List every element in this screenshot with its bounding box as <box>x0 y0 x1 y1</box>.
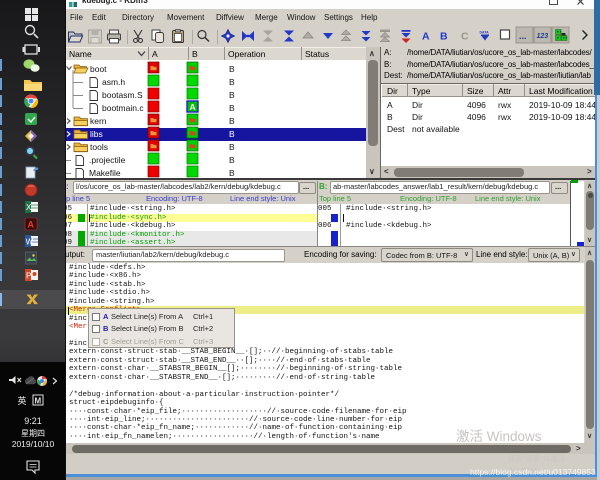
svg-text:123: 123 <box>537 33 549 40</box>
svg-text:W: W <box>26 238 34 247</box>
svg-text:A: A <box>190 102 196 112</box>
svg-text:A: A <box>422 31 430 43</box>
svg-text:B: B <box>440 31 448 43</box>
svg-text:A: A <box>28 220 35 230</box>
svg-text:C: C <box>461 31 469 43</box>
svg-text:P: P <box>26 272 31 281</box>
svg-text:DATA: DATA <box>480 31 490 35</box>
svg-text:X: X <box>26 203 32 212</box>
svg-text:...: ... <box>519 31 527 41</box>
